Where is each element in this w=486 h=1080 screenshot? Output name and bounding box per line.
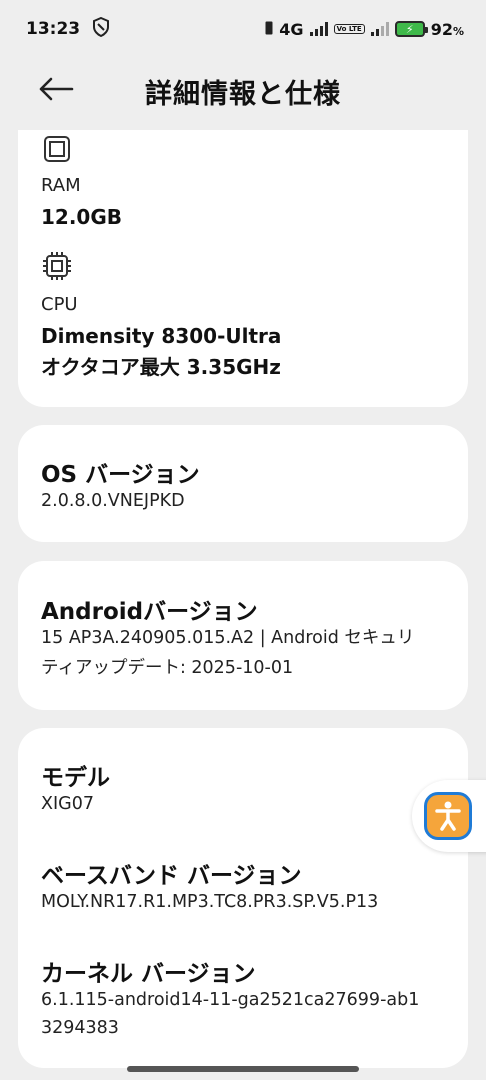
volte-icon: Vo LTE [333, 24, 365, 34]
sim-icon [265, 20, 273, 39]
kernel-value-line2: 3294383 [41, 1018, 119, 1038]
signal-2-icon [370, 22, 389, 36]
cpu-label: CPU [41, 294, 78, 315]
signal-icon [309, 22, 328, 36]
baseband-title: ベースバンド バージョン [41, 863, 302, 889]
cpu-chip-icon [41, 250, 73, 282]
android-version-line1: 15 AP3A.240905.015.A2 | Android セキュリ [41, 628, 415, 648]
battery-icon: ⚡ [394, 21, 428, 37]
android-version-title: Androidバージョン [41, 599, 258, 625]
cpu-model: Dimensity 8300-Ultra [41, 324, 282, 348]
battery-level: 92% [430, 19, 464, 39]
os-version-title: OS バージョン [41, 462, 200, 488]
accessibility-icon [435, 801, 461, 831]
status-time: 13:23 [26, 19, 81, 39]
app-bar: 詳細情報と仕様 [0, 58, 486, 130]
home-indicator[interactable] [127, 1066, 359, 1072]
os-version-value: 2.0.8.0.VNEJPKD [41, 491, 185, 511]
ram-value: 12.0GB [41, 205, 123, 229]
cpu-detail: オクタコア最大 3.35GHz [41, 355, 281, 379]
model-title: モデル [41, 765, 110, 791]
os-version-card[interactable]: OS バージョン 2.0.8.0.VNEJPKD [18, 425, 468, 542]
page-title: 詳細情報と仕様 [145, 79, 341, 110]
kernel-value-line1: 6.1.115-android14-11-ga2521ca27699-ab1 [41, 990, 420, 1010]
status-bar: 13:23 4G Vo LTE ⚡ 92% [0, 0, 486, 58]
accessibility-button[interactable] [424, 792, 472, 840]
shield-icon [92, 16, 110, 42]
kernel-title: カーネル バージョン [41, 961, 256, 987]
android-version-card[interactable]: Androidバージョン 15 AP3A.240905.015.A2 | And… [18, 561, 468, 710]
model-value: XIG07 [41, 794, 94, 814]
ram-chip-icon [41, 133, 73, 165]
specs-card: RAM 12.0GB CPU Dimensity 8300-Ultra オクタコ… [18, 130, 468, 407]
device-info-card: モデル XIG07 ベースバンド バージョン MOLY.NR17.R1.MP3.… [18, 728, 468, 1068]
network-type: 4G [279, 19, 304, 39]
accessibility-floating-tab [412, 780, 486, 852]
baseband-value: MOLY.NR17.R1.MP3.TC8.PR3.SP.V5.P13 [41, 892, 379, 912]
ram-label: RAM [41, 175, 81, 196]
android-version-line2: ティアップデート: 2025-10-01 [41, 658, 294, 678]
